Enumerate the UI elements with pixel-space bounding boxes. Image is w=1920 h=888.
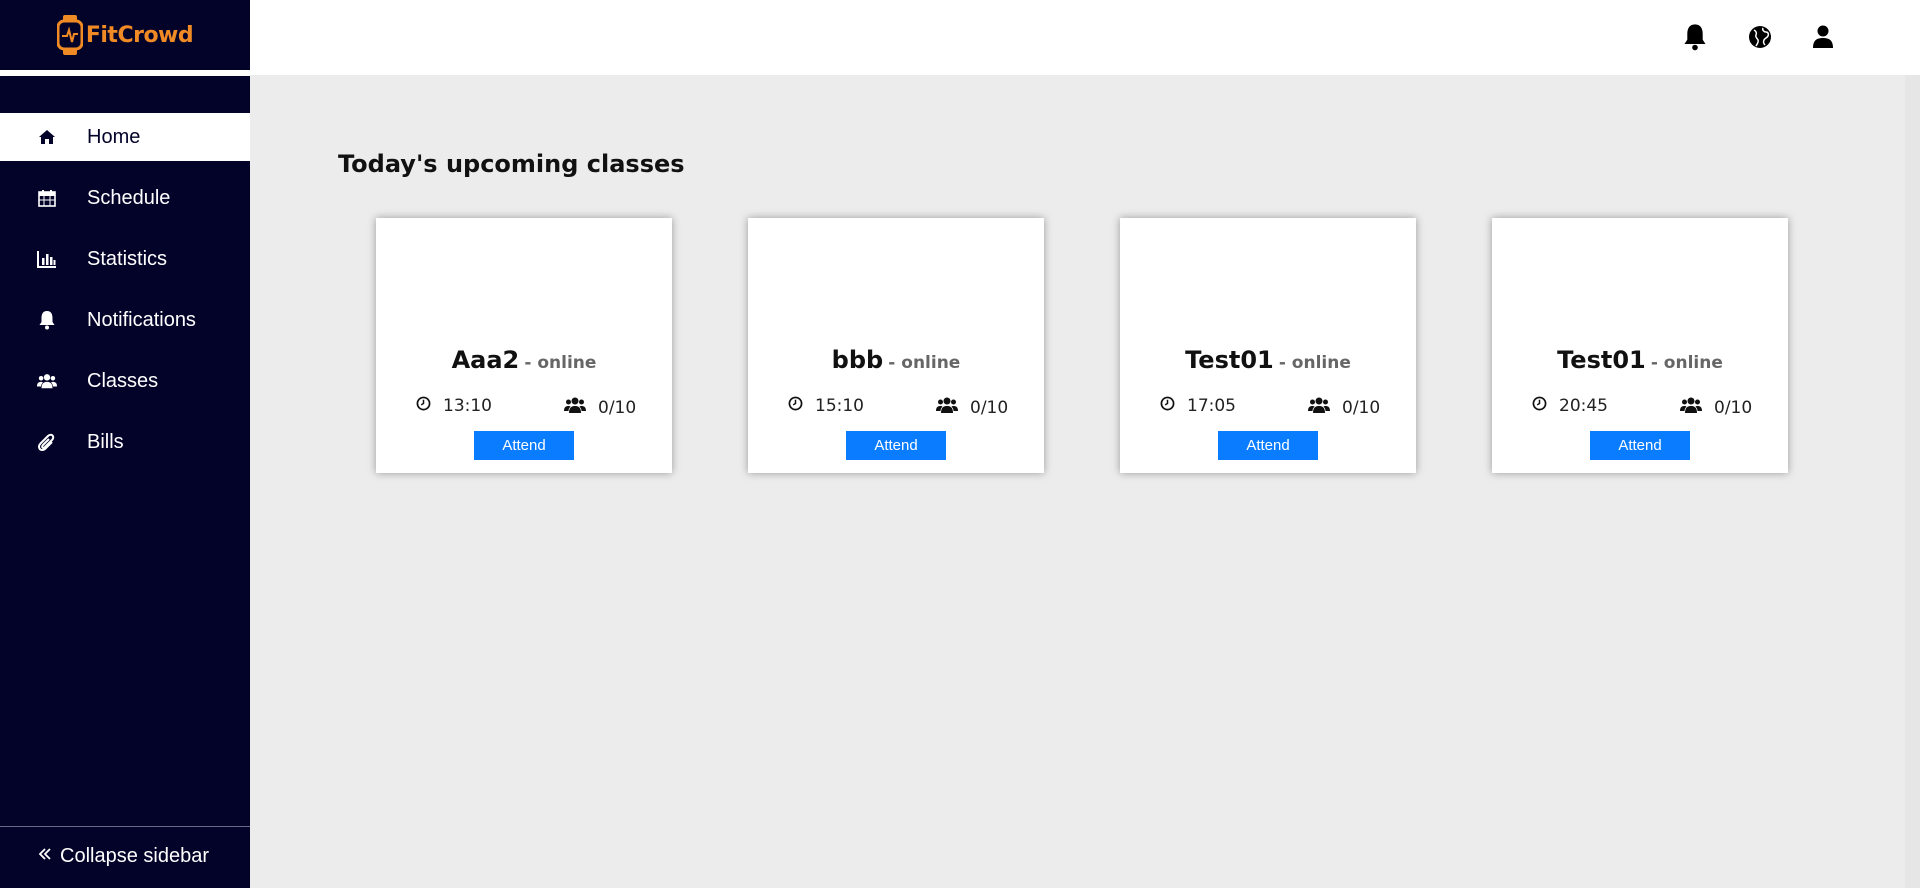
sidebar-item-label: Classes <box>87 369 159 392</box>
collapse-divider <box>0 826 250 827</box>
sidebar-item-label: Home <box>87 125 141 148</box>
class-title: Aaa2 - online <box>376 346 672 374</box>
bell-icon <box>37 310 57 330</box>
paperclip-icon <box>37 432 57 452</box>
top-bar <box>250 0 1920 75</box>
app-name: FitCrowd <box>85 22 194 48</box>
class-capacity-value: 0/10 <box>598 397 637 418</box>
clock-icon <box>788 396 803 416</box>
clock-icon <box>1160 396 1175 416</box>
class-name: bbb <box>831 346 884 374</box>
users-icon <box>1680 396 1702 419</box>
class-title: Test01 - online <box>1492 346 1788 374</box>
class-time: 15:10 <box>788 396 864 416</box>
class-capacity-value: 0/10 <box>970 397 1009 418</box>
sidebar-item-schedule[interactable]: Schedule <box>0 174 250 222</box>
sidebar-item-notifications[interactable]: Notifications <box>0 296 250 344</box>
class-mode: - online <box>1278 353 1351 373</box>
class-capacity: 0/10 <box>564 396 636 419</box>
class-mode: - online <box>1650 353 1723 373</box>
users-icon <box>564 396 586 419</box>
sidebar-item-label: Bills <box>87 430 124 453</box>
sidebar-item-label: Statistics <box>87 247 168 270</box>
double-chevron-left-icon <box>38 847 52 866</box>
users-icon <box>936 396 958 419</box>
class-name: Aaa2 <box>451 346 520 374</box>
collapse-sidebar-button[interactable]: Collapse sidebar <box>38 845 209 868</box>
collapse-sidebar-label: Collapse sidebar <box>60 845 209 867</box>
attend-button[interactable]: Attend <box>1590 431 1690 460</box>
logo-area: FitCrowd <box>0 0 250 70</box>
class-name: Test01 <box>1185 346 1274 374</box>
class-mode: - online <box>524 353 597 373</box>
bell-icon[interactable] <box>1680 22 1710 52</box>
class-time-value: 20:45 <box>1559 396 1608 416</box>
app-logo[interactable]: FitCrowd <box>56 15 194 55</box>
class-time: 13:10 <box>416 396 492 416</box>
class-card: bbb - online 15:10 0/10 Attend <box>748 218 1044 473</box>
logo-divider <box>0 70 250 76</box>
class-capacity: 0/10 <box>936 396 1008 419</box>
clock-icon <box>416 396 431 416</box>
class-title: Test01 - online <box>1120 346 1416 374</box>
class-time-value: 17:05 <box>1187 396 1236 416</box>
class-time: 17:05 <box>1160 396 1236 416</box>
vertical-scrollbar[interactable] <box>1905 75 1920 888</box>
user-icon[interactable] <box>1808 22 1838 52</box>
sidebar-item-label: Notifications <box>87 308 196 331</box>
page-title: Today's upcoming classes <box>338 150 685 178</box>
sidebar-item-statistics[interactable]: Statistics <box>0 235 250 283</box>
sidebar-item-label: Schedule <box>87 186 171 209</box>
users-icon <box>1308 396 1330 419</box>
class-capacity: 0/10 <box>1308 396 1380 419</box>
bar-chart-icon <box>37 249 57 269</box>
sidebar-nav: Home Schedule Statistics Notifications C… <box>0 113 250 479</box>
sidebar-item-classes[interactable]: Classes <box>0 357 250 405</box>
class-mode: - online <box>888 353 961 373</box>
class-card: Test01 - online 17:05 0/10 Attend <box>1120 218 1416 473</box>
attend-button[interactable]: Attend <box>846 431 946 460</box>
class-card: Test01 - online 20:45 0/10 Attend <box>1492 218 1788 473</box>
class-time: 20:45 <box>1532 396 1608 416</box>
sidebar-item-bills[interactable]: Bills <box>0 418 250 466</box>
class-time-value: 15:10 <box>815 396 864 416</box>
attend-button[interactable]: Attend <box>474 431 574 460</box>
users-icon <box>37 371 57 391</box>
smartwatch-logo-icon <box>56 15 83 55</box>
home-icon <box>37 127 57 147</box>
class-capacity-value: 0/10 <box>1342 397 1381 418</box>
class-time-value: 13:10 <box>443 396 492 416</box>
attend-button[interactable]: Attend <box>1218 431 1318 460</box>
class-title: bbb - online <box>748 346 1044 374</box>
sidebar: FitCrowd Home Schedule Statistics Notifi… <box>0 0 250 888</box>
calendar-icon <box>37 188 57 208</box>
globe-icon[interactable] <box>1745 22 1775 52</box>
class-name: Test01 <box>1557 346 1646 374</box>
sidebar-item-home[interactable]: Home <box>0 113 250 161</box>
class-capacity: 0/10 <box>1680 396 1752 419</box>
class-capacity-value: 0/10 <box>1714 397 1753 418</box>
clock-icon <box>1532 396 1547 416</box>
class-card: Aaa2 - online 13:10 0/10 Attend <box>376 218 672 473</box>
